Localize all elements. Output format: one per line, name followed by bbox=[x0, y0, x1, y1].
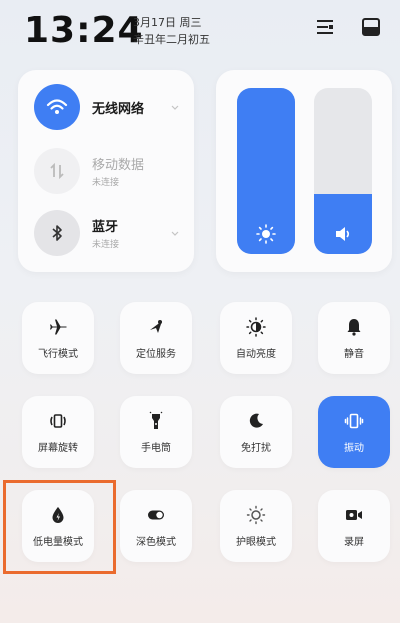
moon-icon bbox=[249, 413, 263, 428]
tile-vibrate[interactable]: 振动 bbox=[318, 396, 390, 468]
volume-icon bbox=[336, 227, 350, 241]
brightness-slider[interactable] bbox=[237, 88, 295, 254]
brightness-icon bbox=[256, 224, 276, 244]
tile-auto-brightness[interactable]: 自动亮度 bbox=[220, 302, 292, 374]
tile-label: 飞行模式 bbox=[38, 348, 78, 360]
location-icon bbox=[150, 319, 162, 333]
tile-bell[interactable]: 静音 bbox=[318, 302, 390, 374]
tile-dark-mode[interactable]: 深色模式 bbox=[120, 490, 192, 562]
mobile-data-toggle[interactable]: 移动数据 未连接 bbox=[34, 146, 194, 196]
tile-label: 屏幕旋转 bbox=[38, 442, 78, 454]
mobile-data-status: 未连接 bbox=[92, 178, 120, 188]
wifi-icon bbox=[34, 84, 80, 130]
rotate-icon bbox=[50, 413, 66, 428]
auto-brightness-icon bbox=[246, 316, 266, 337]
date-display: 3月17日 周三 辛丑年二月初五 bbox=[133, 14, 210, 48]
bell-icon bbox=[347, 318, 361, 336]
highlight-box bbox=[3, 480, 116, 574]
bluetooth-status: 未连接 bbox=[92, 240, 120, 250]
wifi-toggle[interactable]: 无线网络 bbox=[34, 82, 194, 132]
tile-airplane[interactable]: 飞行模式 bbox=[22, 302, 94, 374]
connectivity-panel: 无线网络 移动数据 未连接 蓝牙 未连接 bbox=[18, 70, 194, 272]
tile-flashlight[interactable]: 手电筒 bbox=[120, 396, 192, 468]
tile-label: 自动亮度 bbox=[236, 348, 276, 360]
date-line-1: 3月17日 周三 bbox=[133, 16, 202, 29]
tile-label: 振动 bbox=[344, 442, 364, 454]
tile-location[interactable]: 定位服务 bbox=[120, 302, 192, 374]
screen-record-icon bbox=[346, 509, 362, 520]
wifi-label: 无线网络 bbox=[92, 101, 145, 117]
airplane-icon bbox=[50, 319, 67, 334]
bluetooth-icon bbox=[34, 210, 80, 256]
inbox-icon[interactable] bbox=[360, 16, 382, 38]
tile-moon[interactable]: 免打扰 bbox=[220, 396, 292, 468]
tile-label: 护眼模式 bbox=[236, 536, 276, 548]
mobile-data-icon bbox=[34, 148, 80, 194]
tile-label: 手电筒 bbox=[141, 442, 171, 454]
tile-label: 录屏 bbox=[344, 536, 364, 548]
mobile-data-label: 移动数据 bbox=[92, 158, 145, 173]
chevron-down-icon[interactable] bbox=[170, 102, 180, 112]
flashlight-icon bbox=[149, 411, 163, 429]
volume-slider[interactable] bbox=[314, 88, 372, 254]
tile-label: 定位服务 bbox=[136, 348, 176, 360]
tile-eye-comfort[interactable]: 护眼模式 bbox=[220, 490, 292, 562]
date-line-2: 辛丑年二月初五 bbox=[133, 33, 210, 46]
bluetooth-label: 蓝牙 bbox=[92, 220, 119, 235]
chevron-down-icon[interactable] bbox=[170, 228, 180, 238]
vibrate-icon bbox=[344, 413, 364, 428]
dark-mode-icon bbox=[148, 510, 164, 519]
tile-label: 静音 bbox=[344, 348, 364, 360]
tile-label: 深色模式 bbox=[136, 536, 176, 548]
tile-label: 免打扰 bbox=[241, 442, 271, 454]
sliders-panel bbox=[216, 70, 392, 272]
eye-comfort-icon bbox=[246, 505, 266, 524]
tile-rotate[interactable]: 屏幕旋转 bbox=[22, 396, 94, 468]
list-edit-icon[interactable] bbox=[314, 16, 336, 38]
tile-screen-record[interactable]: 录屏 bbox=[318, 490, 390, 562]
clock-time: 13:24 bbox=[24, 10, 144, 51]
bluetooth-toggle[interactable]: 蓝牙 未连接 bbox=[34, 208, 194, 258]
